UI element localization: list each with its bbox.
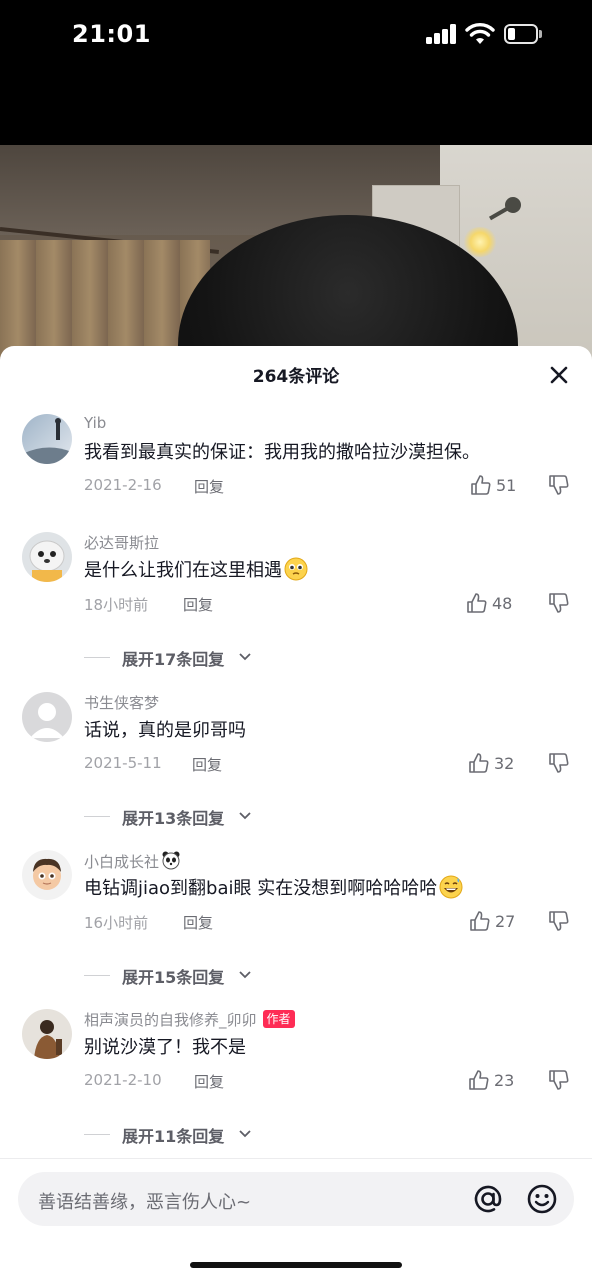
comment-date: 16小时前: [84, 914, 149, 932]
comment-date: 2021-2-16: [84, 476, 162, 494]
like-count: 48: [492, 594, 513, 613]
comment-text: 电钻调jiao到翻bai眼 实在没想到啊哈哈哈哈: [84, 874, 463, 900]
expand-replies-label: 展开15条回复: [122, 968, 225, 987]
pleading-face-emoji: [284, 557, 308, 581]
like-icon: [471, 475, 491, 495]
comment-text: 话说，真的是卯哥吗: [84, 720, 246, 741]
comment-date: 2021-5-11: [84, 754, 162, 772]
expand-replies-label: 展开17条回复: [122, 650, 225, 669]
chevron-down-icon: [239, 653, 251, 661]
comment-username[interactable]: 必达哥斯拉: [84, 532, 159, 553]
at-icon[interactable]: [472, 1183, 504, 1215]
comment-date: 18小时前: [84, 596, 149, 614]
comment-text: 我看到最真实的保证：我用我的撒哈拉沙漠担保。: [84, 442, 480, 463]
comment-text: 别说沙漠了！我不是: [84, 1037, 246, 1058]
chevron-down-icon: [239, 812, 251, 820]
panda-emoji: [162, 851, 180, 870]
avatar[interactable]: [22, 1009, 72, 1059]
panel-header: 264条评论: [0, 346, 592, 402]
grinning-sweat-emoji: [439, 875, 463, 899]
expand-replies-label: 展开11条回复: [122, 1127, 225, 1146]
author-badge: 作者: [262, 1010, 295, 1028]
comment-username[interactable]: 相声演员的自我修养_卯卯 作者: [84, 1009, 295, 1030]
dislike-icon[interactable]: [548, 1069, 570, 1091]
chevron-down-icon: [239, 1130, 251, 1138]
like-icon: [467, 593, 487, 613]
status-time: 21:01: [72, 20, 151, 48]
comment-username[interactable]: 书生侠客梦: [84, 692, 159, 713]
reply-button[interactable]: 回复: [194, 1071, 224, 1092]
home-indicator: [190, 1262, 402, 1268]
comment-count-title: 264条评论: [252, 367, 340, 387]
expand-replies-button[interactable]: 展开15条回复: [84, 964, 274, 987]
expand-replies-button[interactable]: 展开13条回复: [84, 805, 274, 828]
divider: [0, 1158, 592, 1159]
reply-button[interactable]: 回复: [192, 754, 222, 775]
comment-text: 是什么让我们在这里相遇: [84, 556, 308, 582]
avatar[interactable]: [22, 532, 72, 582]
signal-icon: [426, 24, 458, 44]
reply-button[interactable]: 回复: [194, 476, 224, 497]
status-bar: 21:01: [0, 0, 592, 70]
comment-input-placeholder: 善语结善缘，恶言伤人心~: [38, 1192, 252, 1213]
like-count: 32: [494, 754, 515, 773]
expand-replies-button[interactable]: 展开11条回复: [84, 1123, 274, 1146]
reply-button[interactable]: 回复: [183, 912, 213, 933]
like-icon: [469, 1070, 489, 1090]
battery-icon: [504, 24, 542, 44]
comment-date: 2021-2-10: [84, 1071, 162, 1089]
avatar[interactable]: [22, 850, 72, 900]
like-count: 23: [494, 1071, 515, 1090]
wifi-icon: [465, 23, 495, 44]
chevron-down-icon: [239, 971, 251, 979]
expand-replies-label: 展开13条回复: [122, 809, 225, 828]
dislike-icon[interactable]: [548, 474, 570, 496]
comment-input[interactable]: 善语结善缘，恶言伤人心~: [18, 1172, 574, 1226]
avatar[interactable]: [22, 692, 72, 742]
like-count: 51: [496, 476, 517, 495]
like-icon: [470, 911, 490, 931]
avatar[interactable]: [22, 414, 72, 464]
dislike-icon[interactable]: [548, 752, 570, 774]
like-count: 27: [495, 912, 516, 931]
dislike-icon[interactable]: [548, 910, 570, 932]
comment-username[interactable]: Yib: [84, 414, 106, 432]
reply-button[interactable]: 回复: [183, 594, 213, 615]
emoji-icon[interactable]: [526, 1183, 558, 1215]
close-icon[interactable]: [546, 362, 572, 388]
dislike-icon[interactable]: [548, 592, 570, 614]
comment-username[interactable]: 小白成长社: [84, 850, 181, 872]
video-background[interactable]: [0, 145, 592, 375]
expand-replies-button[interactable]: 展开17条回复: [84, 646, 274, 669]
like-icon: [469, 753, 489, 773]
comment-panel: 264条评论 Yib 我看到最真实的保证：我用我的撒哈拉沙漠担保。 2021-2…: [0, 346, 592, 1280]
